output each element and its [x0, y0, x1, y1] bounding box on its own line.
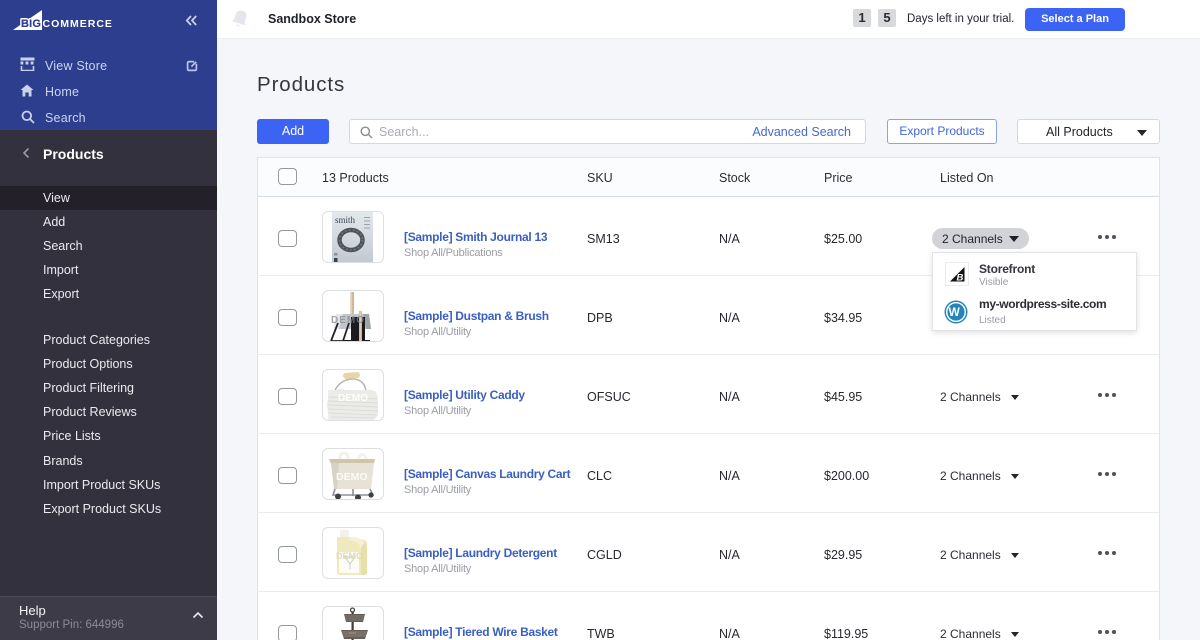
- svg-text:B: B: [957, 273, 964, 284]
- svg-text:smith: smith: [335, 215, 356, 225]
- svg-text:DEMO: DEMO: [338, 393, 368, 404]
- svg-text:DEMO: DEMO: [331, 315, 365, 326]
- svg-text:DEMO: DEMO: [336, 551, 363, 561]
- svg-text:W: W: [949, 305, 961, 319]
- svg-text:BIG: BIG: [21, 18, 41, 30]
- svg-text:DEMO: DEMO: [336, 471, 368, 483]
- svg-text:COMMERCE: COMMERCE: [43, 18, 113, 30]
